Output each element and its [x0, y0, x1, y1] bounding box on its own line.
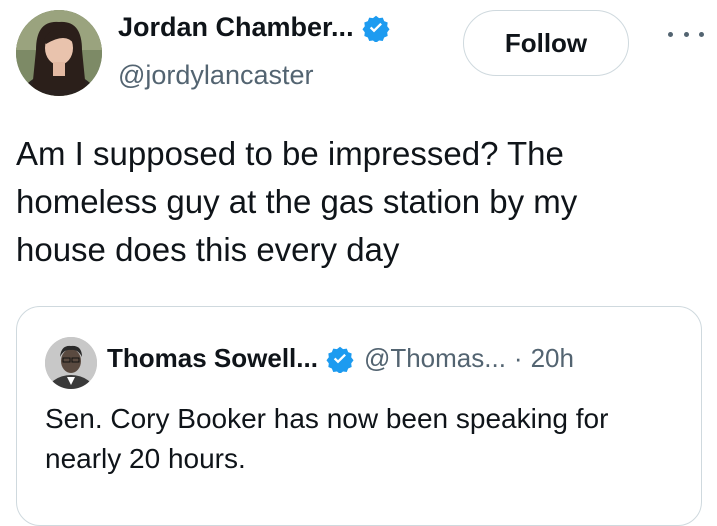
- follow-button[interactable]: Follow: [463, 10, 629, 76]
- more-icon[interactable]: [668, 24, 704, 44]
- quoted-header: Thomas Sowell... @Thomas... · 20h: [107, 343, 574, 374]
- quoted-tweet[interactable]: Thomas Sowell... @Thomas... · 20h Sen. C…: [16, 306, 702, 526]
- author-name-row[interactable]: Jordan Chamber...: [118, 12, 390, 43]
- more-icon-dot: [683, 31, 689, 37]
- author-name[interactable]: Jordan Chamber...: [118, 12, 354, 43]
- tweet-text: Am I supposed to be impressed? The homel…: [16, 135, 578, 268]
- avatar[interactable]: [16, 10, 102, 96]
- quoted-timestamp[interactable]: 20h: [531, 343, 574, 374]
- quoted-author-handle[interactable]: @Thomas...: [364, 343, 506, 374]
- quoted-tweet-text: Sen. Cory Booker has now been speaking f…: [45, 403, 609, 474]
- author-handle[interactable]: @jordylancaster: [118, 60, 314, 91]
- more-icon-dot: [699, 31, 704, 37]
- verified-badge-icon: [362, 14, 390, 43]
- separator: ·: [513, 343, 523, 373]
- verified-badge-icon: [326, 345, 354, 374]
- more-icon-dot: [668, 31, 673, 37]
- quoted-avatar[interactable]: [45, 337, 97, 389]
- quoted-author-name[interactable]: Thomas Sowell...: [107, 343, 318, 374]
